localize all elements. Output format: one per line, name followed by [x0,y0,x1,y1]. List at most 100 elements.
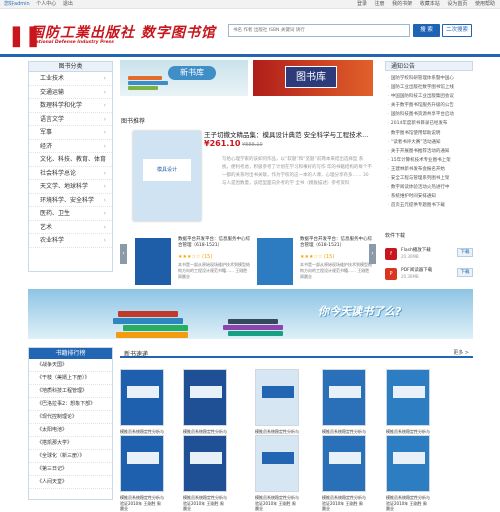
book-name[interactable]: 模推员系统稳定性分析与验证2010年 王刚胜 周晨业 [120,495,164,512]
carousel-item[interactable]: 数据平台开发平台：信息服务中心综合管理（618-1521） ★★★☆☆ (15)… [252,232,372,290]
category-item[interactable]: 农业科学 › [29,234,112,248]
set-home-link[interactable]: 设为首页 [447,1,467,7]
book-cover[interactable] [135,238,171,285]
ranking-item[interactable]: 《第三日记》 [29,463,112,476]
category-item[interactable]: 医药、卫生 › [29,207,112,221]
carousel-title[interactable]: 数据平台开发平台：信息服务中心综合管理（618-1521） [300,237,372,249]
category-item[interactable]: 数理科学和化学 › [29,99,112,113]
ranking-item[interactable]: 《人间天堂》 [29,476,112,489]
download-size: 20.30MB [401,254,419,259]
category-item[interactable]: 环境科学、安全科学 › [29,194,112,207]
chevron-right-icon: › [103,102,106,109]
top-bar: 您好admin 个人中心 退出 登录 注册 我的书架 收藏本站 设为首页 使用帮… [0,0,500,9]
category-item[interactable]: 天文学、地球科学 › [29,180,112,194]
notice-item[interactable]: 首页五元提供专题图书下载 [385,201,473,210]
book-cover[interactable] [257,238,293,285]
book-stack-graphic [223,325,283,330]
notice-item[interactable]: 国防工业出版社数字图书馆上线 [385,83,473,92]
header-divider [0,54,500,57]
more-link[interactable]: 更多 > [453,349,469,356]
book-cover[interactable] [120,369,164,426]
category-item[interactable]: 语言文学 › [29,113,112,126]
rating-stars: ★★★☆☆ (15) [178,254,213,260]
book-stack-graphic [128,76,162,80]
ranking-item[interactable]: 《现代控制理论》 [29,411,112,424]
book-name[interactable]: 模推员系统稳定性分析与验证2010年 王刚胜 周晨业 [322,495,366,512]
ranking-item[interactable]: 《地质科技工程管理》 [29,385,112,398]
featured-cover[interactable]: 模具设计 [133,131,201,221]
my-shelf-link[interactable]: 我的书架 [392,1,412,7]
bookmark-link[interactable]: 收藏本站 [420,1,440,7]
book-cover[interactable] [322,369,366,426]
book-cover[interactable] [386,369,430,426]
ranking-item[interactable]: 《太阳电池》 [29,424,112,437]
download-button[interactable]: 下载 [457,248,473,257]
notice-item[interactable]: 关于数字图书馆服务升级的公告 [385,101,473,110]
book-name[interactable]: 模推员系统稳定性分析与验证2010年 王刚胜 周晨业 [183,495,227,512]
reading-banner[interactable]: 你今天读书了么? [28,289,473,339]
book-cover[interactable] [120,435,164,492]
notice-item[interactable]: 15年计算机技术专业图书上架 [385,156,473,165]
library-banner[interactable]: 图书库 [253,60,373,96]
book-stack-graphic [116,332,188,338]
chevron-right-icon: › [103,115,106,123]
download-name: PDF阅读器下载 [401,268,433,273]
logo-subtitle: National Defense Industry Press [32,40,114,45]
book-cover[interactable] [183,369,227,426]
category-item[interactable]: 经济 › [29,140,112,153]
notice-item[interactable]: 国防科技图书资源共享平台启动 [385,110,473,119]
category-item[interactable]: 工业技术 › [29,72,112,86]
book-name[interactable]: 模推员系统稳定性分析与验证2010年 王刚胜 周晨业 [386,495,430,512]
download-button[interactable]: 下载 [457,268,473,277]
login-link[interactable]: 登录 [357,1,367,7]
book-cover[interactable] [183,435,227,492]
notice-item[interactable]: 国防学校科研管理体系暨中国心 [385,74,473,83]
register-link[interactable]: 注册 [375,1,385,7]
featured-title[interactable]: 王子切撒文精品集：模具设计典范 安全科学与工程技术... [204,129,376,139]
category-item[interactable]: 艺术 › [29,221,112,234]
logout-link[interactable]: 退出 [63,1,73,7]
notice-item[interactable]: 中国国防科技工业出版集团会议 [385,92,473,101]
book-cover[interactable] [322,435,366,492]
carousel-item[interactable]: 数据平台开发平台：信息服务中心综合管理（618-1521） ★★★☆☆ (15)… [130,232,250,290]
chevron-right-icon: › [103,210,106,217]
chevron-right-icon: › [103,183,106,190]
featured-book[interactable]: 模具设计 王子切撒文精品集：模具设计典范 安全科学与工程技术... ¥261.1… [118,126,376,224]
search-button[interactable]: 搜 索 [413,24,440,37]
carousel-title[interactable]: 数据平台开发平台：信息服务中心综合管理（618-1521） [178,237,250,249]
ranking-item[interactable]: 《巴洛拉事2：想象下部》 [29,398,112,411]
carousel-next-button[interactable]: › [369,244,376,264]
search-input[interactable] [228,24,410,37]
ranking-item[interactable]: 《战争天国》 [29,359,112,372]
carousel-prev-button[interactable]: ‹ [120,244,127,264]
category-item[interactable]: 交通运输 › [29,86,112,99]
help-link[interactable]: 使用帮助 [475,1,495,7]
ranking-panel: 书籍排行榜 《战争天国》 《干枝（美婿上下册）》 《地质科技工程管理》 《巴洛拉… [28,347,113,500]
notice-item[interactable]: 2014年度新书目录已经发布 [385,119,473,128]
ranking-item[interactable]: 《全球化（新三册）》 [29,450,112,463]
book-cover[interactable] [255,369,299,426]
new-books-title: 新书速递 [124,351,149,358]
notice-item[interactable]: 关于开展图书推荐活动的通知 [385,147,473,156]
site-logo[interactable]: ❚❚ 国防工業出版社 数字图书馆 National Defense Indust… [8,22,238,52]
notice-item[interactable]: 数字阅读体验活动火热进行中 [385,183,473,192]
notice-item[interactable]: “读者书评大赛”活动通知 [385,138,473,147]
book-name[interactable]: 模推员系统稳定性分析与验证2010年 王刚胜 周晨业 [255,495,299,512]
new-library-banner[interactable]: 新书库 [120,60,248,96]
chevron-right-icon: › [103,223,106,231]
category-item[interactable]: 军事 › [29,126,112,140]
book-cover[interactable] [255,435,299,492]
ranking-item[interactable]: 《干枝（美婿上下册）》 [29,372,112,385]
ranking-item[interactable]: 《搭凯那大学》 [29,437,112,450]
notice-item[interactable]: 王建林新书发布会报名开始 [385,165,473,174]
advanced-search-button[interactable]: 二次搜索 [442,24,472,37]
chevron-right-icon: › [103,142,106,150]
notice-item[interactable]: 安全工程与管理系列图书上架 [385,174,473,183]
book-cover[interactable] [386,435,430,492]
book-carousel: ‹ 数据平台开发平台：信息服务中心综合管理（618-1521） ★★★☆☆ (1… [120,232,376,290]
personal-center-link[interactable]: 个人中心 [36,1,56,7]
category-item[interactable]: 社会科学总论 › [29,167,112,180]
notice-item[interactable]: 系统维护时间安排通知 [385,192,473,201]
category-item[interactable]: 文化、科技、教育、体育 › [29,153,112,167]
notice-item[interactable]: 数字图书馆使用帮助说明 [385,129,473,138]
